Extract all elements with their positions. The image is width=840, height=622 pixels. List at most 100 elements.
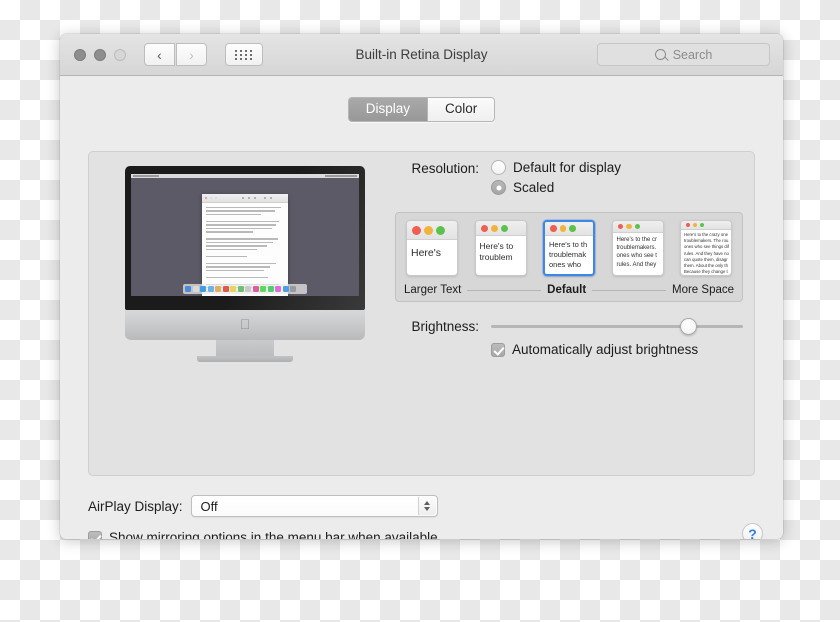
dock-icon-contacts	[215, 286, 221, 292]
thumbnail-text: Here's to the crazy one troublemakers. T…	[684, 232, 729, 275]
scaling-option-default[interactable]: Here's to th troublemak ones who	[543, 220, 595, 276]
dock-icon-messages	[260, 286, 266, 292]
airplay-value: Off	[200, 498, 218, 514]
dock-icon-launchpad	[192, 286, 199, 292]
scale-label-larger-text: Larger Text	[404, 284, 462, 296]
checkbox-checked-icon	[88, 530, 102, 539]
dot-green-icon	[569, 225, 576, 232]
scaling-option-2[interactable]: Here's to troublem	[474, 220, 527, 276]
navigation-buttons: ‹ ›	[144, 43, 207, 66]
thumbnail-titlebar	[681, 221, 731, 230]
show-mirroring-checkbox[interactable]: Show mirroring options in the menu bar w…	[88, 530, 438, 539]
thumbnail-text: Here's	[411, 247, 442, 259]
zoom-button[interactable]	[114, 48, 126, 61]
dock-icon-mail	[207, 286, 214, 292]
scaling-option-larger-text[interactable]: Here's	[406, 220, 458, 276]
thumbnail-titlebar	[407, 221, 457, 240]
scale-divider-left	[467, 289, 542, 291]
brightness-slider[interactable]	[491, 317, 743, 335]
grid-icon	[235, 49, 253, 60]
tab-color[interactable]: Color	[427, 98, 495, 121]
scaling-option-4[interactable]: Here's to the cr troublemakers. ones who…	[611, 220, 664, 276]
dot-green-icon	[700, 223, 704, 227]
thumbnail-text: Here's to the cr troublemakers. ones who…	[616, 237, 658, 268]
thumbnail-text: Here's to troublem	[479, 241, 514, 262]
dot-red-icon	[550, 225, 557, 232]
dock-icon-preferences	[290, 286, 296, 292]
resolution-label: Resolution:	[411, 161, 479, 176]
imac-document-text	[202, 203, 288, 296]
dock-icon-safari	[200, 286, 206, 292]
thumbnail-text: Here's to th troublemak ones who	[549, 240, 588, 269]
dot-green-icon	[436, 225, 445, 235]
scaling-options-box: Here's Here's to troublem Here's to th t…	[395, 212, 743, 302]
airplay-display-row: AirPlay Display: Off	[88, 495, 438, 517]
radio-scaled[interactable]: Scaled	[491, 180, 621, 195]
scale-divider-right	[592, 289, 666, 291]
imac-menubar	[131, 174, 359, 178]
search-icon	[654, 49, 666, 60]
thumbnail-titlebar	[545, 222, 593, 236]
scaling-axis-labels: Larger Text Default More Space	[396, 284, 742, 296]
system-preferences-window: ‹ › Built-in Retina Display Search Displ…	[60, 34, 783, 539]
resolution-radio-group: Default for display Scaled	[491, 160, 621, 200]
question-mark-icon: ?	[748, 525, 757, 540]
scaling-thumbnail: Here's	[406, 220, 458, 276]
imac-screen	[125, 166, 365, 310]
dock-icon-appstore	[282, 286, 289, 292]
dot-red-icon	[480, 224, 488, 232]
scaling-option-more-space[interactable]: Here's to the crazy one troublemakers. T…	[680, 220, 732, 276]
scaling-thumbnail: Here's to the crazy one troublemakers. T…	[680, 220, 732, 276]
chevron-right-icon: ›	[189, 46, 194, 63]
imac-dock	[183, 284, 307, 294]
brightness-label: Brightness:	[411, 319, 479, 334]
show-all-button[interactable]	[225, 43, 263, 66]
auto-brightness-checkbox[interactable]: Automatically adjust brightness	[491, 342, 698, 357]
imac-chin: 	[125, 310, 365, 340]
chevron-updown-icon	[417, 497, 436, 515]
brightness-row: Brightness:	[387, 317, 743, 335]
radio-scaled-label: Scaled	[513, 180, 555, 195]
dock-icon-calendar	[222, 286, 229, 292]
dot-red-icon	[412, 225, 421, 235]
tab-display[interactable]: Display	[348, 98, 427, 121]
display-settings-panel:  Resolution: Default for display	[88, 151, 755, 476]
scaling-thumbnail-row: Here's Here's to troublem Here's to th t…	[396, 220, 742, 276]
slider-thumb[interactable]	[679, 317, 697, 335]
dot-green-icon	[500, 224, 508, 232]
dock-icon-notes	[230, 286, 236, 292]
imac-desktop	[131, 174, 359, 296]
tab-segmented-control: Display Color	[347, 97, 496, 122]
apple-logo-icon: 	[240, 317, 251, 331]
tab-bar: Display Color	[60, 97, 783, 122]
dot-red-icon	[617, 223, 623, 230]
dot-yellow-icon	[424, 225, 433, 235]
minimize-button[interactable]	[94, 48, 106, 61]
scaling-thumbnail: Here's to the cr troublemakers. ones who…	[611, 220, 664, 276]
forward-button[interactable]: ›	[176, 43, 207, 66]
help-button[interactable]: ?	[742, 523, 763, 539]
dock-icon-facetime	[267, 286, 274, 292]
dot-yellow-icon	[626, 223, 632, 230]
thumbnail-titlebar	[612, 221, 663, 233]
search-placeholder: Search	[672, 47, 713, 62]
close-button[interactable]	[74, 48, 86, 61]
back-button[interactable]: ‹	[144, 43, 175, 66]
auto-brightness-label: Automatically adjust brightness	[512, 342, 699, 357]
airplay-label: AirPlay Display:	[88, 498, 183, 514]
dock-icon-maps	[245, 286, 251, 292]
checkbox-checked-icon	[491, 342, 505, 357]
window-titlebar: ‹ › Built-in Retina Display Search	[60, 34, 783, 76]
dot-yellow-icon	[559, 225, 566, 232]
dock-icon-trash	[297, 286, 304, 292]
imac-document-titlebar	[202, 194, 288, 203]
radio-default-for-display[interactable]: Default for display	[491, 160, 621, 175]
resolution-row: Resolution: Default for display Scaled	[387, 160, 743, 200]
dock-icon-finder	[185, 286, 191, 292]
radio-icon-selected	[491, 180, 506, 195]
window-body: Display Color Resolution: Default for di…	[60, 97, 783, 539]
airplay-dropdown[interactable]: Off	[190, 495, 438, 517]
search-field[interactable]: Search	[597, 43, 770, 66]
scaling-thumbnail: Here's to th troublemak ones who	[543, 220, 595, 276]
scaling-thumbnail: Here's to troublem	[474, 220, 527, 276]
